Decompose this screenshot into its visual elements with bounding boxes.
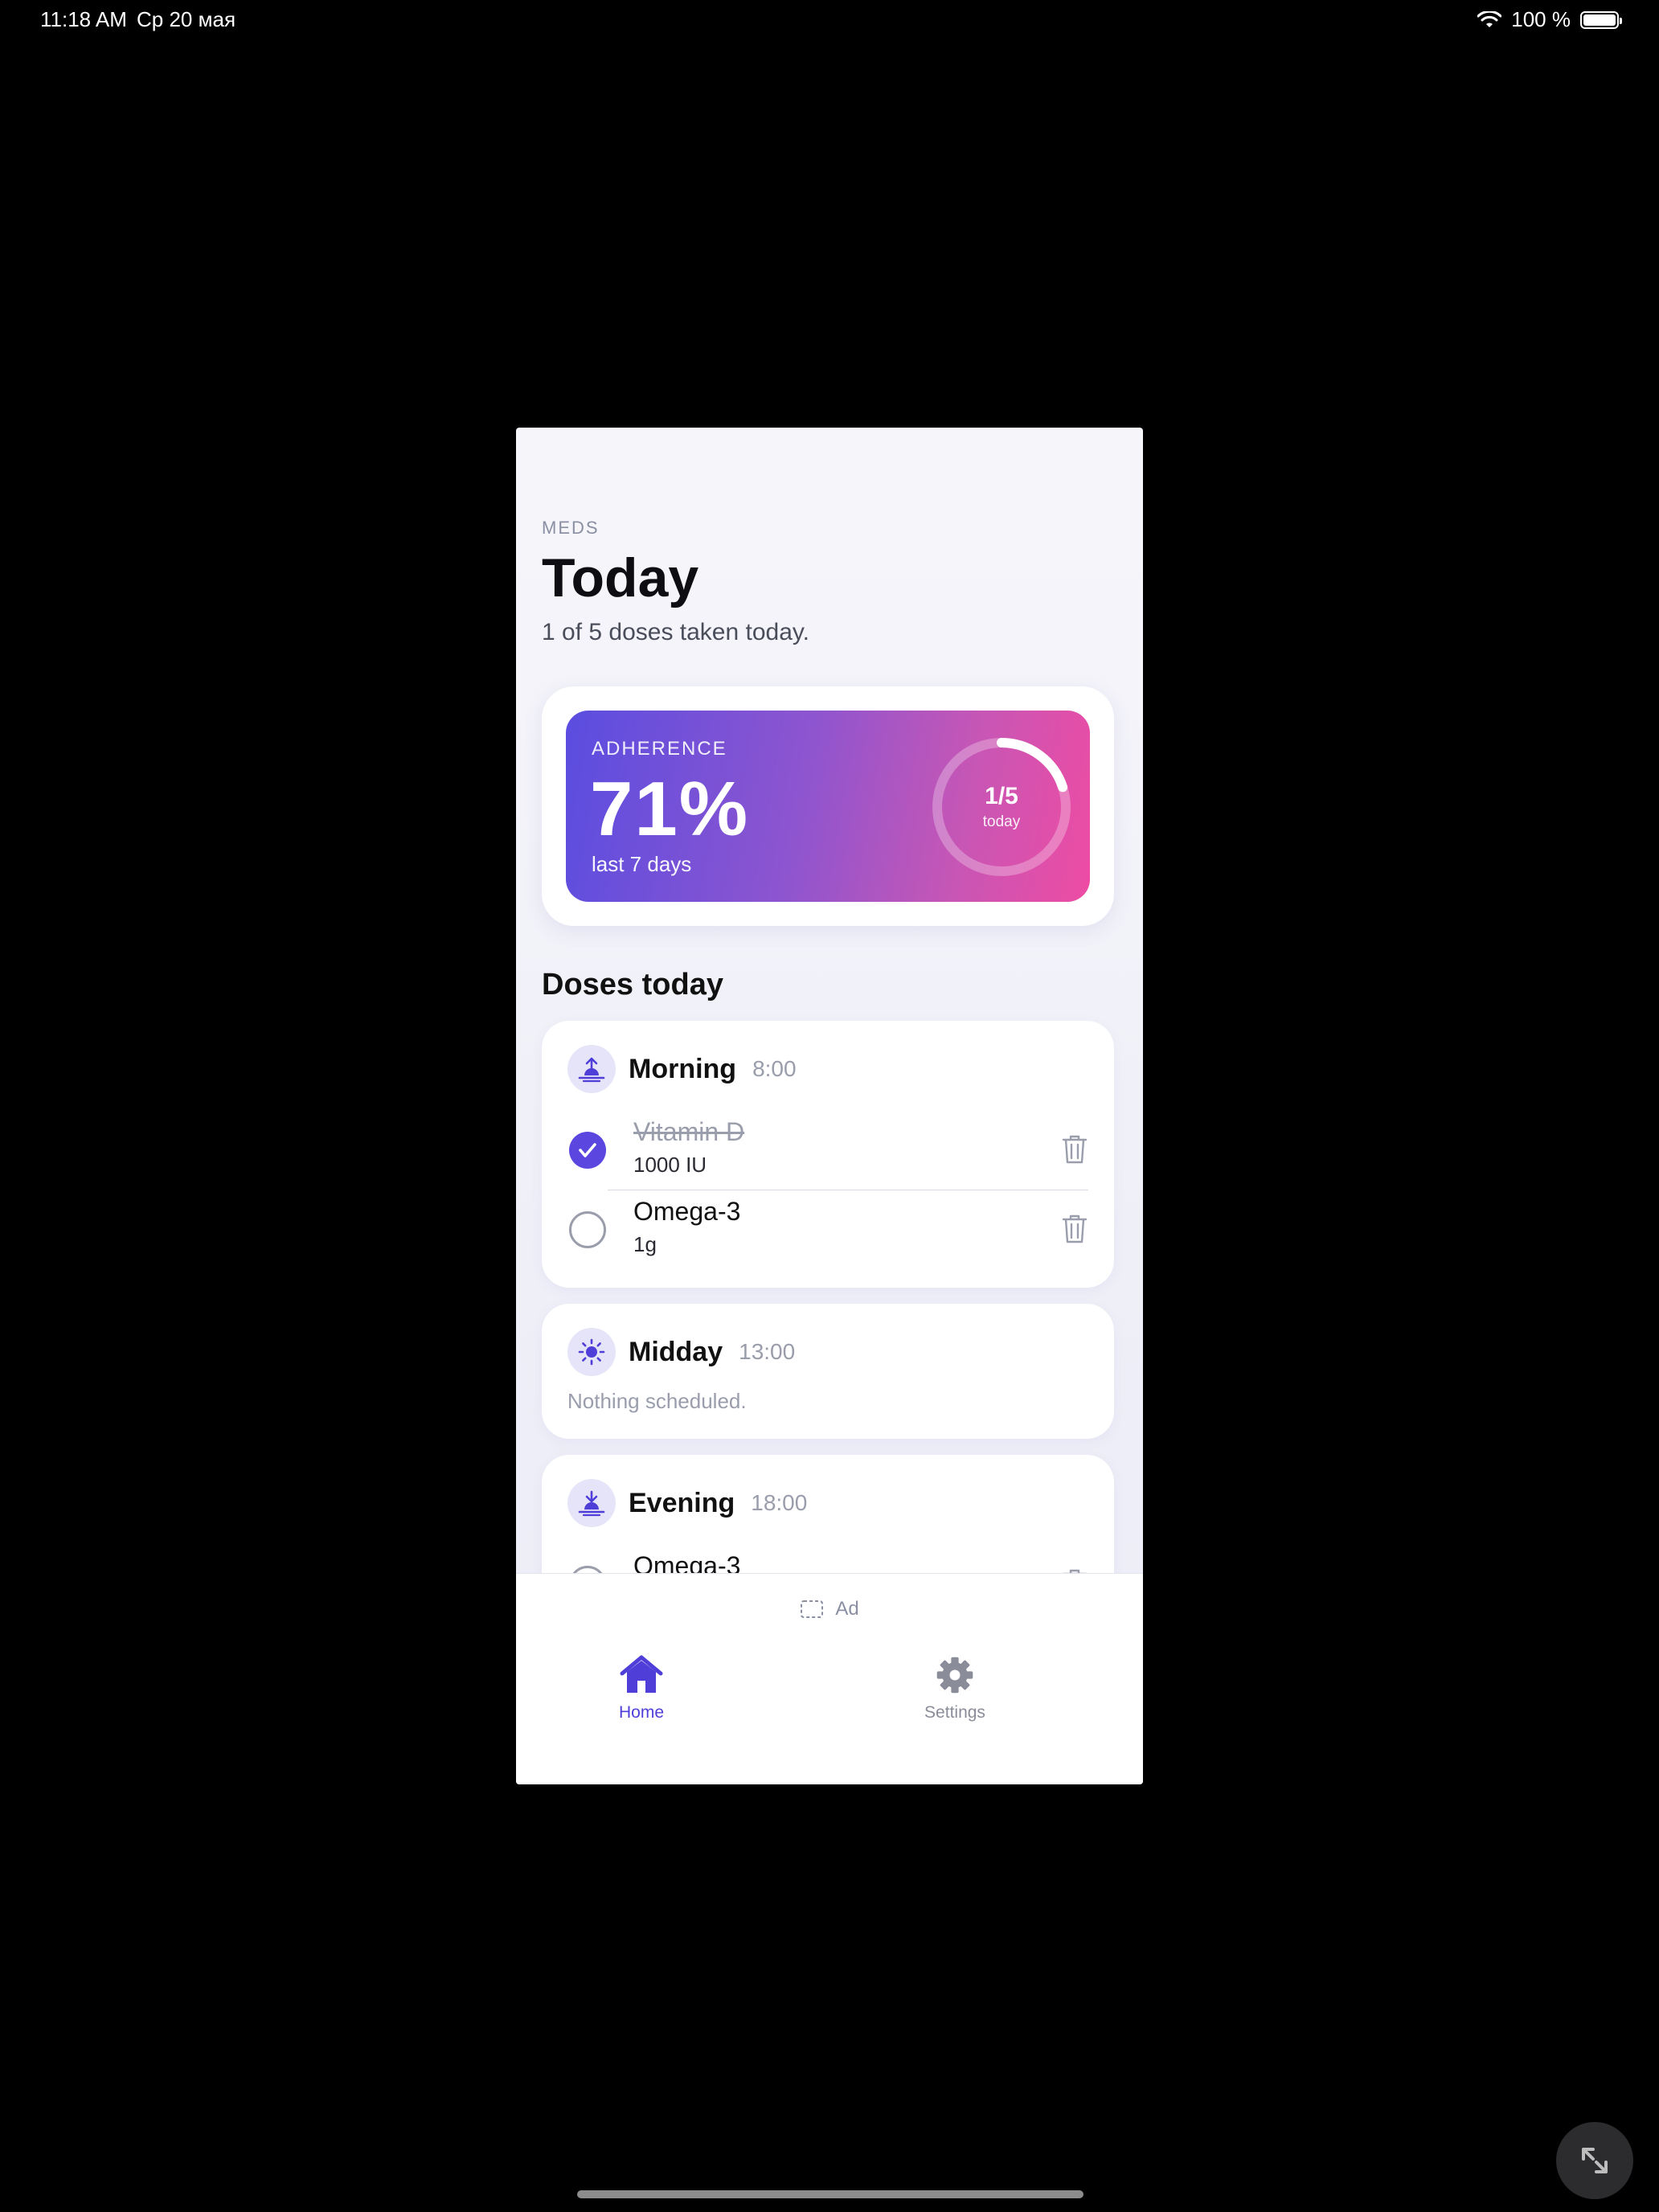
gear-icon	[936, 1657, 973, 1694]
wifi-icon	[1477, 10, 1502, 27]
app-window: MEDS Today 1 of 5 doses taken today. ADH…	[516, 428, 1143, 1784]
checkbox-unchecked[interactable]	[569, 1566, 606, 1573]
status-right: 100 %	[1477, 7, 1622, 32]
tab-home[interactable]: Home	[577, 1654, 706, 1722]
slot-card-morning: Morning 8:00 Vitamin D 1000 IU Omega-3 1…	[542, 1021, 1114, 1288]
status-bar: 11:18 AM Ср 20 мая 100 %	[0, 0, 1659, 39]
checkmark-icon	[579, 1143, 596, 1157]
med-dose: 1g	[633, 1232, 657, 1256]
slot-time: 8:00	[752, 1056, 797, 1081]
dose-row[interactable]: Omega-3 1g	[567, 1190, 1088, 1268]
checkbox-checked[interactable]	[569, 1132, 606, 1169]
dose-row[interactable]: Omega-3	[567, 1545, 1088, 1573]
tab-settings-label: Settings	[924, 1703, 985, 1722]
adherence-period: last 7 days	[592, 852, 692, 876]
adherence-card: ADHERENCE 71% last 7 days 1/5 today	[542, 686, 1114, 926]
home-icon	[620, 1655, 663, 1693]
ad-icon	[801, 1600, 824, 1618]
slot-header: Morning 8:00	[567, 1045, 797, 1093]
adherence-label: ADHERENCE	[592, 738, 727, 760]
slot-card-evening: Evening 18:00 Omega-3	[542, 1455, 1114, 1573]
dose-row[interactable]: Vitamin D 1000 IU	[567, 1111, 1088, 1188]
slot-name: Midday	[629, 1336, 723, 1367]
trash-icon[interactable]	[1061, 1133, 1088, 1165]
status-time: 11:18 AM	[40, 7, 127, 31]
checkbox-unchecked[interactable]	[569, 1211, 606, 1248]
sun-icon	[567, 1328, 616, 1376]
slot-name: Morning	[629, 1053, 737, 1084]
status-date: Ср 20 мая	[137, 7, 236, 31]
scroll-view[interactable]: MEDS Today 1 of 5 doses taken today. ADH…	[516, 428, 1143, 1573]
page-title: Today	[542, 547, 699, 608]
page-subtitle: 1 of 5 doses taken today.	[542, 619, 810, 645]
med-name: Omega-3	[633, 1197, 741, 1226]
sunset-icon	[567, 1479, 616, 1527]
bottom-bar: Ad Home Settings	[516, 1573, 1143, 1784]
expand-window-button[interactable]	[1556, 2122, 1633, 2199]
slot-time: 18:00	[751, 1490, 808, 1515]
ring-fraction: 1/5	[985, 783, 1018, 809]
ad-label: Ad	[835, 1598, 859, 1620]
slot-card-midday: Midday 13:00 Nothing scheduled.	[542, 1304, 1114, 1439]
slot-name: Evening	[629, 1487, 735, 1518]
home-indicator	[577, 2190, 1083, 2198]
slot-time: 13:00	[739, 1339, 796, 1364]
ad-placeholder[interactable]: Ad	[516, 1598, 1143, 1620]
expand-icon	[1582, 2148, 1608, 2173]
section-title-doses: Doses today	[542, 968, 723, 1002]
trash-icon[interactable]	[1061, 1213, 1088, 1245]
adherence-value: 71%	[590, 766, 750, 852]
tab-settings[interactable]: Settings	[891, 1654, 1019, 1722]
app-eyebrow: MEDS	[542, 518, 600, 538]
med-name: Vitamin D	[633, 1117, 745, 1146]
battery-percent: 100 %	[1511, 7, 1571, 31]
battery-icon	[1580, 10, 1622, 29]
ring-caption: today	[982, 813, 1021, 830]
med-name: Omega-3	[633, 1551, 741, 1573]
med-dose: 1000 IU	[633, 1153, 707, 1177]
adherence-banner: ADHERENCE 71% last 7 days 1/5 today	[566, 711, 1090, 902]
slot-header: Midday 13:00	[567, 1328, 795, 1376]
empty-state-text: Nothing scheduled.	[567, 1389, 747, 1413]
slot-header: Evening 18:00	[567, 1479, 807, 1527]
sunrise-icon	[567, 1045, 616, 1093]
trash-icon[interactable]	[1061, 1567, 1088, 1573]
tab-home-label: Home	[618, 1703, 665, 1722]
